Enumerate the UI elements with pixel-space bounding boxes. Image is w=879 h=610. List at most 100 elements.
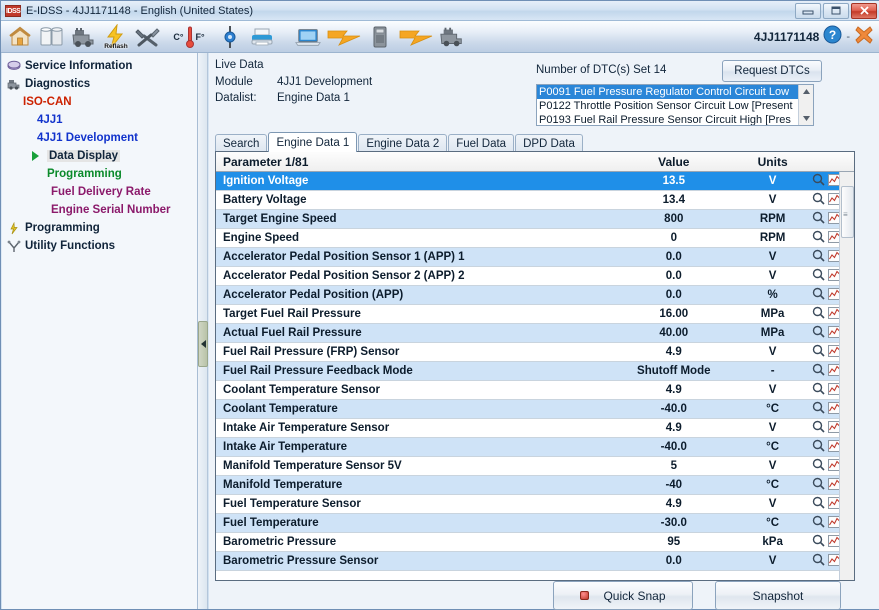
dtc-list[interactable]: P0091 Fuel Pressure Regulator Control Ci… xyxy=(536,84,814,126)
magnifier-icon[interactable] xyxy=(812,458,825,474)
table-row[interactable]: Fuel Rail Pressure Feedback Mode Shutoff … xyxy=(216,362,854,381)
magnifier-icon[interactable] xyxy=(812,382,825,398)
magnifier-icon[interactable] xyxy=(812,553,825,569)
magnifier-icon[interactable] xyxy=(812,439,825,455)
tree-item-iso-can[interactable]: ISO-CAN xyxy=(6,93,197,111)
magnifier-icon[interactable] xyxy=(812,420,825,436)
request-dtcs-button[interactable]: Request DTCs xyxy=(722,60,822,82)
table-row[interactable]: Coolant Temperature Sensor 4.9 V xyxy=(216,381,854,400)
magnifier-icon[interactable] xyxy=(812,515,825,531)
snapshot-button[interactable]: Snapshot xyxy=(715,581,841,610)
tab-fuel-data[interactable]: Fuel Data xyxy=(448,134,515,152)
table-row[interactable]: Battery Voltage 13.4 V xyxy=(216,191,854,210)
magnifier-icon[interactable] xyxy=(812,268,825,284)
magnifier-icon[interactable] xyxy=(812,249,825,265)
table-row[interactable]: Accelerator Pedal Position (APP) 0.0% xyxy=(216,286,854,305)
engine-icon[interactable] xyxy=(71,23,97,51)
table-row[interactable]: Ignition Voltage 13.5 V xyxy=(216,172,854,191)
table-row[interactable]: Actual Fuel Rail Pressure 40.00 MPa xyxy=(216,324,854,343)
temperature-units-icon[interactable]: C° F° xyxy=(167,23,211,51)
cylinders-icon[interactable] xyxy=(39,23,65,51)
table-row[interactable]: Target Engine Speed 800 RPM xyxy=(216,210,854,229)
table-row[interactable]: Manifold Temperature Sensor 5V 5 V xyxy=(216,457,854,476)
table-row[interactable]: Barometric Pressure 95 kPa xyxy=(216,533,854,552)
tree-item-4jj1[interactable]: 4JJ1 xyxy=(6,111,197,129)
magnifier-icon[interactable] xyxy=(812,401,825,417)
quick-snap-button[interactable]: Quick Snap xyxy=(553,581,693,610)
scroll-up-icon[interactable] xyxy=(799,85,813,98)
table-row[interactable]: Intake Air Temperature Sensor 4.9 V xyxy=(216,419,854,438)
table-row[interactable]: Manifold Temperature -40 °C xyxy=(216,476,854,495)
table-row[interactable]: Fuel Temperature -30.0 °C xyxy=(216,514,854,533)
connector-icon[interactable] xyxy=(217,23,243,51)
expand-arrow-icon[interactable] xyxy=(28,149,43,163)
cell-parameter: Accelerator Pedal Position (APP) xyxy=(223,289,404,301)
tree-item-programming[interactable]: Programming xyxy=(6,219,197,237)
table-row[interactable]: Intake Air Temperature -40.0 °C xyxy=(216,438,854,457)
tab-engine-data-2[interactable]: Engine Data 2 xyxy=(358,134,448,152)
table-row[interactable]: Coolant Temperature -40.0 °C xyxy=(216,400,854,419)
tree-item-data-display[interactable]: Data Display xyxy=(6,147,197,165)
panel-splitter[interactable] xyxy=(198,53,208,609)
column-header-units[interactable]: Units xyxy=(736,155,809,169)
tree-item-diagnostics[interactable]: Diagnostics xyxy=(6,75,197,93)
tree-item-programming-sub[interactable]: Programming xyxy=(6,165,197,183)
scroll-down-icon[interactable] xyxy=(799,112,813,125)
splitter-collapse-handle[interactable] xyxy=(198,321,208,367)
table-row[interactable]: Barometric Pressure Sensor 0.0 V xyxy=(216,552,854,571)
table-row[interactable]: Fuel Rail Pressure (FRP) Sensor 4.9 V xyxy=(216,343,854,362)
cell-units: V xyxy=(768,175,777,187)
table-row[interactable]: Accelerator Pedal Position Sensor 2 (APP… xyxy=(216,267,854,286)
tree-item-fuel-delivery-rate[interactable]: Fuel Delivery Rate xyxy=(6,183,197,201)
table-row[interactable]: Fuel Temperature Sensor 4.9 V xyxy=(216,495,854,514)
magnifier-icon[interactable] xyxy=(812,211,825,227)
magnifier-icon[interactable] xyxy=(812,230,825,246)
table-row[interactable]: Accelerator Pedal Position Sensor 1 (APP… xyxy=(216,248,854,267)
tree-item-engine-serial-number[interactable]: Engine Serial Number xyxy=(6,201,197,219)
column-header-parameter[interactable]: Parameter 1/81 xyxy=(216,155,611,169)
engine-target-icon[interactable] xyxy=(439,23,465,51)
dtc-list-item[interactable]: P0193 Fuel Rail Pressure Sensor Circuit … xyxy=(537,113,813,125)
tab-engine-data-1[interactable]: Engine Data 1 xyxy=(268,132,358,152)
laptop-icon[interactable] xyxy=(295,23,321,51)
printer-icon[interactable] xyxy=(249,23,275,51)
cell-value: 0.0 xyxy=(665,555,682,567)
magnifier-icon[interactable] xyxy=(812,306,825,322)
table-row[interactable]: Engine Speed 0 RPM xyxy=(216,229,854,248)
help-icon[interactable]: ? xyxy=(823,25,842,49)
dtc-list-scrollbar[interactable] xyxy=(798,85,813,125)
cell-units: V xyxy=(768,270,777,282)
tree-item-utility-functions[interactable]: Utility Functions xyxy=(6,237,197,255)
maximize-button[interactable] xyxy=(823,3,849,19)
magnifier-icon[interactable] xyxy=(812,173,825,189)
programming-icon xyxy=(6,221,21,235)
column-header-value[interactable]: Value xyxy=(611,155,736,169)
cell-units: MPa xyxy=(760,327,785,339)
close-button[interactable] xyxy=(851,3,877,19)
reflash-icon[interactable]: Reflash xyxy=(103,23,129,51)
magnifier-icon[interactable] xyxy=(812,192,825,208)
table-scrollbar[interactable]: ≡ xyxy=(839,172,854,580)
cell-units: V xyxy=(768,422,777,434)
magnifier-icon[interactable] xyxy=(812,534,825,550)
magnifier-icon[interactable] xyxy=(812,344,825,360)
tree-item-service-information[interactable]: Service Information xyxy=(6,57,197,75)
tools-icon[interactable] xyxy=(135,23,161,51)
table-row[interactable]: Target Fuel Rail Pressure 16.00 MPa xyxy=(216,305,854,324)
magnifier-icon[interactable] xyxy=(812,477,825,493)
close-x-icon[interactable] xyxy=(854,25,874,50)
tab-dpd-data[interactable]: DPD Data xyxy=(515,134,583,152)
toolbar-right-group: 4JJ1171148 ? - xyxy=(754,21,874,53)
tab-search[interactable]: Search xyxy=(215,134,268,152)
dtc-list-item[interactable]: P0122 Throttle Position Sensor Circuit L… xyxy=(537,99,813,113)
magnifier-icon[interactable] xyxy=(812,496,825,512)
dtc-list-item[interactable]: P0091 Fuel Pressure Regulator Control Ci… xyxy=(537,85,813,99)
fahrenheit-label: F° xyxy=(195,31,205,42)
home-icon[interactable] xyxy=(7,23,33,51)
tree-item-4jj1-development[interactable]: 4JJ1 Development xyxy=(6,129,197,147)
interface-device-icon[interactable] xyxy=(367,23,393,51)
magnifier-icon[interactable] xyxy=(812,363,825,379)
minimize-button[interactable] xyxy=(795,3,821,19)
magnifier-icon[interactable] xyxy=(812,287,825,303)
magnifier-icon[interactable] xyxy=(812,325,825,341)
